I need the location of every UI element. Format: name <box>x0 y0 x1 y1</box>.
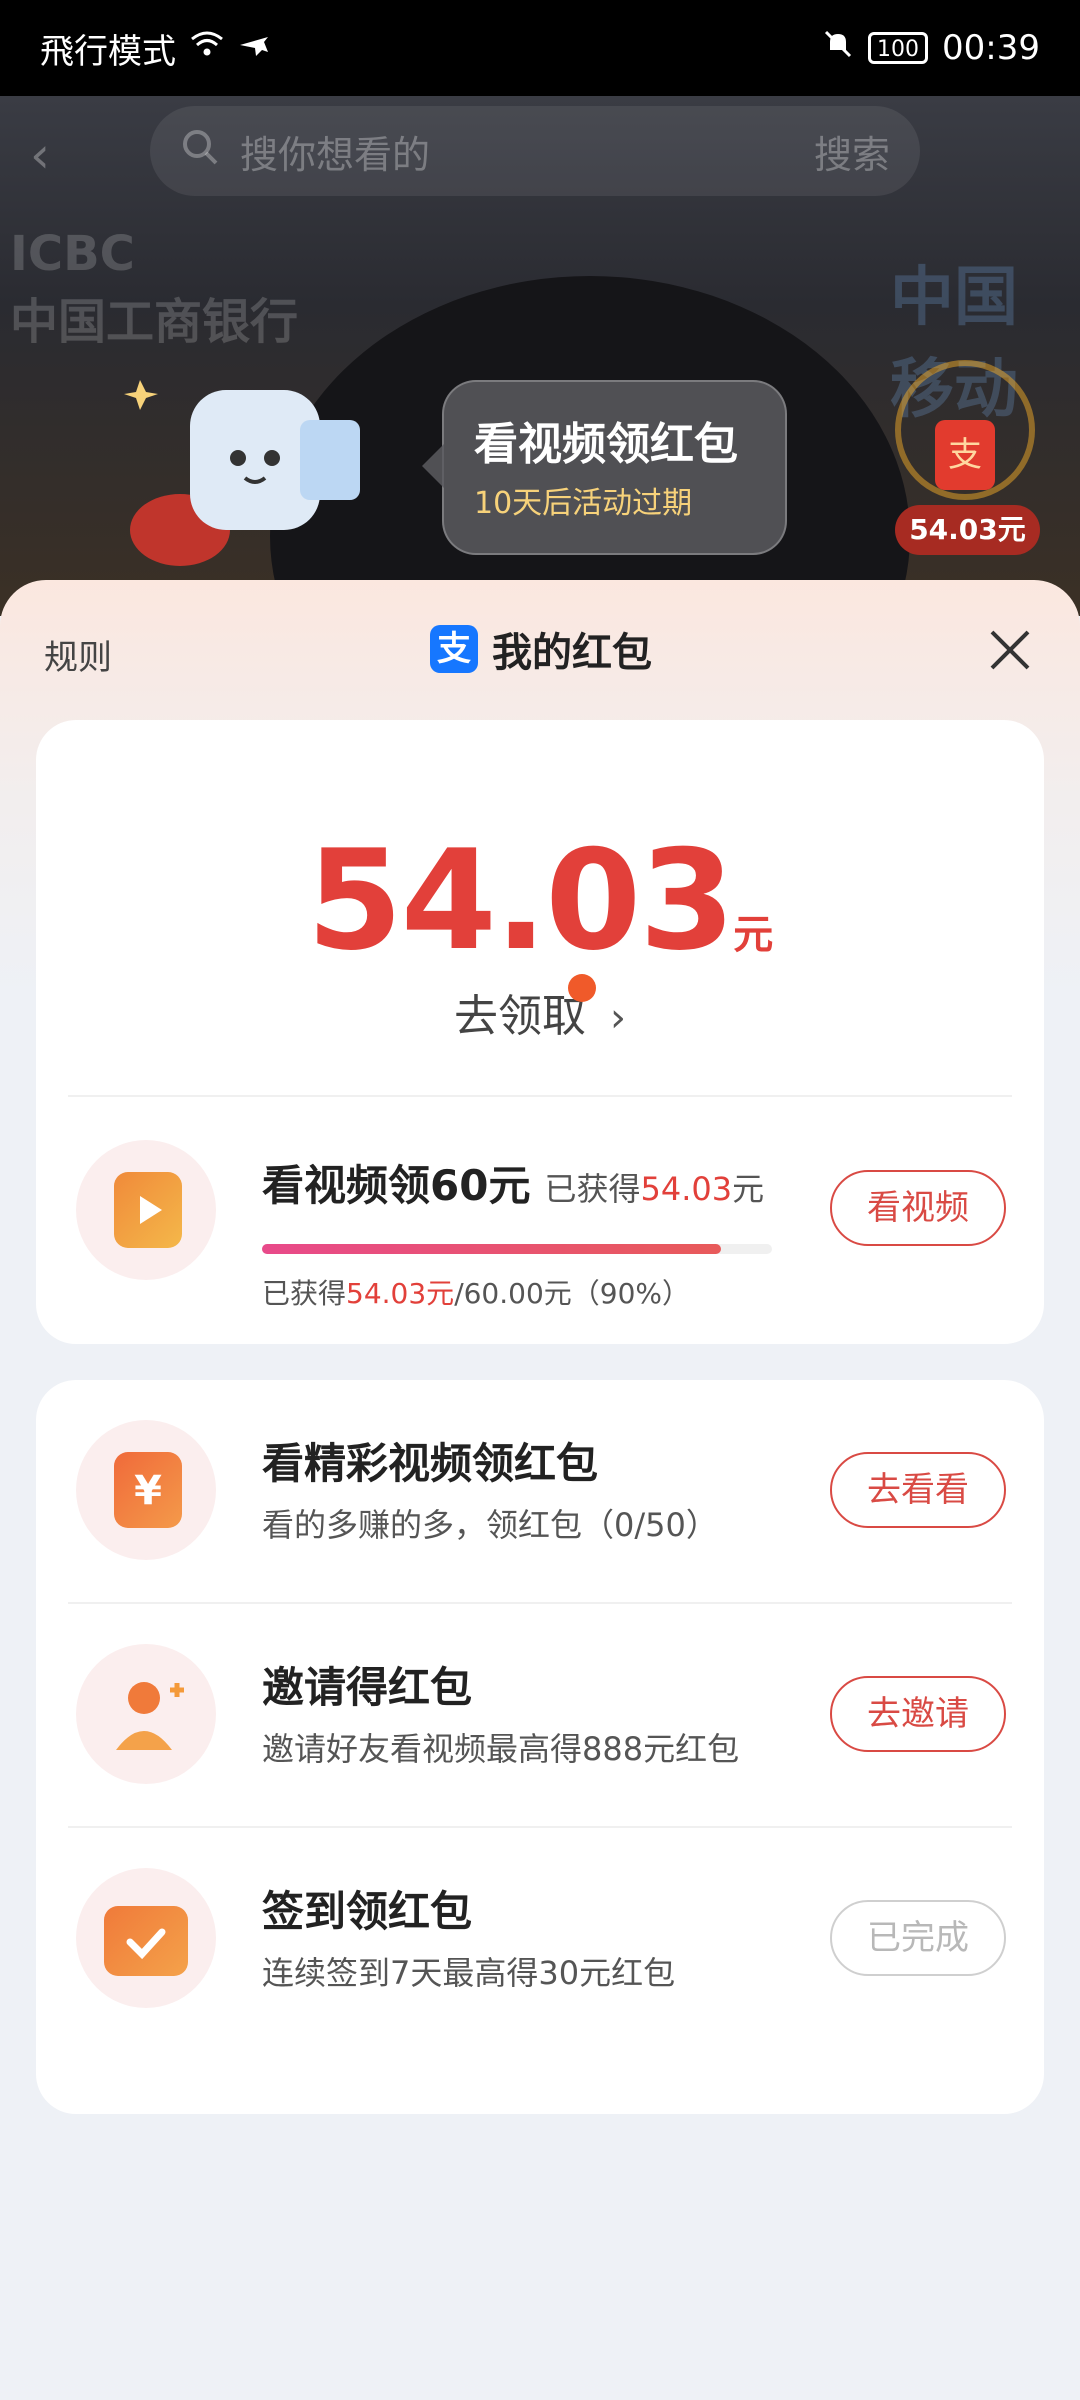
svg-text:¥: ¥ <box>134 1468 162 1514</box>
airplane-mode-label: 飛行模式 <box>40 31 176 72</box>
task-subtitle: 连续签到7天最高得30元红包 <box>262 1954 676 1992</box>
clock: 00:39 <box>942 28 1040 68</box>
go-watch-button[interactable]: 去看看 <box>830 1452 1006 1528</box>
sheet-header: 规则 支 我的红包 <box>0 580 1080 730</box>
video-task-title: 看视频领60元 <box>262 1161 531 1210</box>
alipay-icon: 支 <box>430 625 478 673</box>
checkin-completed-button[interactable]: 已完成 <box>830 1900 1006 1976</box>
divider <box>68 1602 1012 1604</box>
task-subtitle: 看的多赚的多，领红包（0/50） <box>262 1506 718 1544</box>
video-task-progress <box>262 1244 772 1254</box>
wifi-icon <box>190 28 224 68</box>
divider <box>68 1826 1012 1828</box>
task-icon-wrap <box>76 1644 216 1784</box>
status-bar: 飛行模式 100 00:39 <box>0 0 1080 96</box>
red-envelope-icon: 支 <box>935 420 995 490</box>
promo-title: 看视频领红包 <box>474 419 738 470</box>
calendar-check-icon <box>104 1906 188 1976</box>
task-list-card: ¥ 看精彩视频领红包 看的多赚的多，领红包（0/50） 去看看 邀请得红包 邀请… <box>36 1380 1044 2114</box>
notification-dot <box>568 974 596 1002</box>
floating-redpacket-badge[interactable]: 支 54.03元 <box>895 360 1045 560</box>
redpacket-sheet: 规则 支 我的红包 54.03元 去领取 › 看视频领60元已获得54.03元 <box>0 580 1080 2400</box>
mascot-illustration <box>120 350 380 570</box>
add-user-icon <box>114 1676 184 1752</box>
video-task-progress-fill <box>262 1244 721 1254</box>
bank-sign: ICBC 中国工商银行 <box>10 226 299 350</box>
claim-link[interactable]: 去领取 › <box>36 974 1044 1044</box>
search-icon <box>180 127 220 176</box>
airplane-icon <box>238 28 270 69</box>
sheet-title: 我的红包 <box>492 630 652 676</box>
video-task-obtained: 已获得54.03元 <box>544 1170 765 1208</box>
watch-video-button[interactable]: 看视频 <box>830 1170 1006 1246</box>
chevron-right-icon: › <box>610 995 626 1041</box>
badge-amount: 54.03元 <box>895 505 1040 555</box>
balance-amount-row: 54.03元 <box>36 820 1044 981</box>
promo-bubble: 看视频领红包 10天后活动过期 <box>422 380 787 555</box>
video-task-icon-wrap <box>76 1140 216 1280</box>
battery-indicator: 100 <box>868 32 929 64</box>
balance-amount: 54.03 <box>306 820 736 981</box>
promo-subtitle: 10天后活动过期 <box>474 486 693 521</box>
yuan-icon: ¥ <box>114 1452 182 1528</box>
back-icon[interactable]: ‹ <box>30 126 90 186</box>
play-icon <box>114 1172 182 1248</box>
search-button[interactable]: 搜索 <box>814 124 890 179</box>
task-subtitle: 邀请好友看视频最高得888元红包 <box>262 1730 740 1768</box>
balance-unit: 元 <box>733 912 774 958</box>
balance-card: 54.03元 去领取 › 看视频领60元 已获得54.03元 已获得54.03元/… <box>36 720 1044 1344</box>
search-bar[interactable]: 搜你想看的 搜索 <box>150 106 920 196</box>
rules-link[interactable]: 规则 <box>44 630 112 679</box>
video-task-progress-text: 已获得54.03元/60.00元（90%） <box>262 1277 691 1310</box>
task-title: 签到领红包 <box>262 1887 473 1936</box>
task-title: 邀请得红包 <box>262 1663 473 1712</box>
sheet-title-group: 支 我的红包 <box>430 620 652 678</box>
task-title: 看精彩视频领红包 <box>262 1439 599 1488</box>
mute-bell-icon <box>822 28 854 69</box>
divider <box>68 1095 1012 1097</box>
task-icon-wrap: ¥ <box>76 1420 216 1560</box>
close-icon[interactable] <box>984 624 1036 676</box>
task-icon-wrap <box>76 1868 216 2008</box>
invite-button[interactable]: 去邀请 <box>830 1676 1006 1752</box>
video-task-title-row: 看视频领60元 已获得54.03元 <box>262 1152 764 1213</box>
claim-label: 去领取 <box>454 991 586 1042</box>
search-placeholder: 搜你想看的 <box>240 132 431 177</box>
